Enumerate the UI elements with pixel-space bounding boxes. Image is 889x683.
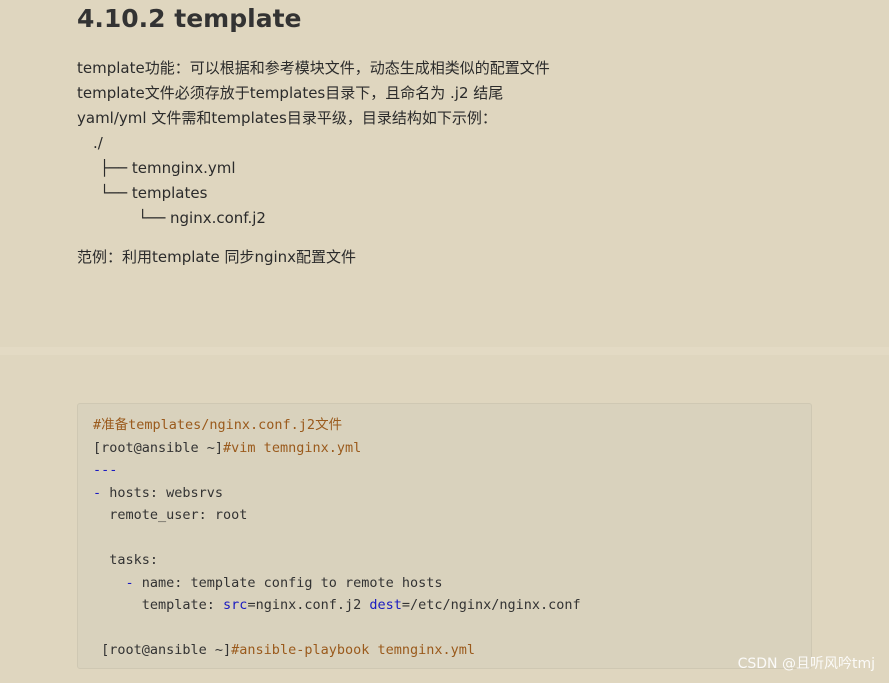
code-line: remote_user: root [93, 507, 248, 523]
code-line: hosts: websrvs [101, 484, 224, 501]
code-key: src [223, 597, 248, 613]
tree-line: ├── temnginx.yml [100, 159, 236, 177]
dash: - [93, 574, 134, 591]
paragraph: yaml/yml 文件需和templates目录平级，目录结构如下示例： [77, 109, 497, 127]
dash: - [93, 484, 102, 501]
code-value: =/etc/nginx/nginx.conf [401, 597, 581, 613]
tree-line: └── templates [100, 184, 208, 202]
command: #ansible-playbook temnginx.yml [231, 642, 476, 658]
watermark: CSDN @且听风吟tmj [737, 656, 875, 672]
code-comment: #准备templates/nginx.conf.j2文件 [93, 417, 343, 433]
divider [0, 347, 889, 355]
code-value: =nginx.conf.j2 [247, 597, 370, 613]
code-line: name: template config to remote hosts [133, 574, 443, 591]
yaml-separator: --- [93, 462, 118, 478]
tree-line: └── nginx.conf.j2 [100, 209, 266, 227]
paragraph: template文件必须存放于templates目录下，且命名为 .j2 结尾 [77, 84, 504, 102]
code-line: tasks: [93, 552, 159, 568]
code-block: #准备templates/nginx.conf.j2文件 [root@ansib… [77, 403, 812, 669]
example-text: 范例：利用template 同步nginx配置文件 [77, 248, 357, 266]
prompt: [root@ansible ~] [93, 642, 232, 658]
paragraph: template功能：可以根据和参考模块文件，动态生成相类似的配置文件 [77, 59, 550, 77]
code-key: dest [369, 597, 402, 613]
tree-line: ./ [93, 134, 103, 152]
command: #vim temnginx.yml [223, 439, 362, 456]
code-line: template: [93, 597, 224, 613]
section-heading: 4.10.2 template [77, 4, 302, 33]
prompt: [root@ansible ~] [93, 439, 224, 456]
